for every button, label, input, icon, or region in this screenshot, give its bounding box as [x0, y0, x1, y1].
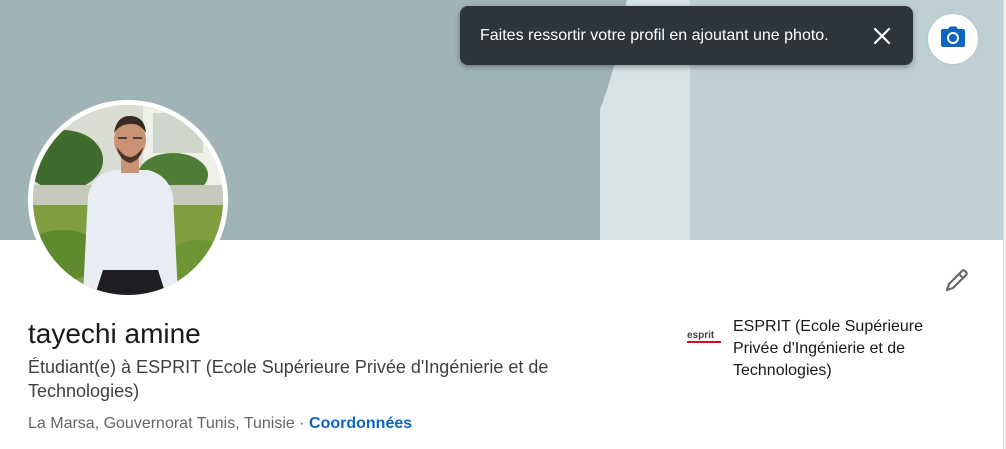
avatar-photo [33, 105, 223, 295]
photo-suggestion-toast: Faites ressortir votre profil en ajoutan… [460, 6, 913, 65]
camera-icon [940, 26, 966, 53]
profile-name: tayechi amine [28, 318, 201, 349]
profile-location-line: La Marsa, Gouvernorat Tunis, Tunisie · C… [28, 415, 412, 433]
separator-dot: · [299, 415, 305, 432]
profile-avatar[interactable] [28, 100, 228, 300]
toast-message: Faites ressortir votre profil en ajoutan… [480, 26, 829, 44]
close-icon[interactable] [871, 25, 893, 47]
contact-info-link[interactable]: Coordonnées [309, 415, 412, 432]
edit-intro-button[interactable] [942, 265, 972, 295]
school-logo: esprit [686, 321, 722, 349]
profile-headline: Étudiant(e) à ESPRIT (Ecole Supérieure P… [28, 357, 549, 401]
profile-card: Faites ressortir votre profil en ajoutan… [0, 0, 1004, 449]
pencil-icon [942, 269, 972, 299]
school-name: ESPRIT (Ecole Supérieure Privée d'Ingéni… [733, 318, 924, 379]
logo-text: esprit [687, 330, 715, 341]
profile-location: La Marsa, Gouvernorat Tunis, Tunisie [28, 415, 295, 432]
edit-cover-button[interactable] [928, 14, 978, 64]
